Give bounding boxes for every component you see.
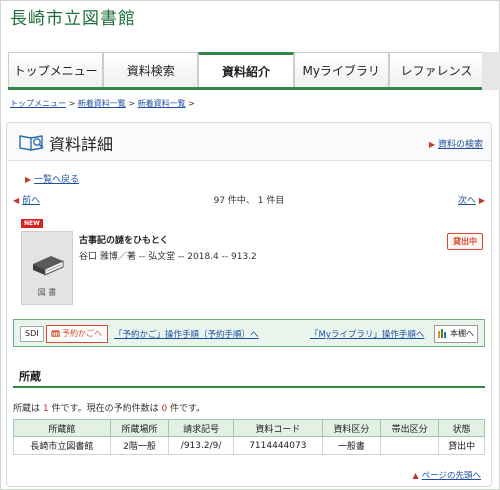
cart-button-label: 予約かごへ [62, 329, 102, 338]
book-icon [33, 256, 64, 276]
column-header: 状態 [438, 419, 485, 437]
breadcrumb-separator: > [188, 99, 195, 108]
material-type-label: 図 書 [37, 288, 57, 297]
prev-label: 前へ [22, 196, 41, 206]
book-title: 古事記の謎をひもとく [79, 236, 169, 246]
tab-reference[interactable]: レファレンス [388, 52, 485, 87]
add-to-cart-button[interactable]: 予約かごへ [46, 325, 108, 343]
summary-text: 所蔵は [13, 404, 43, 414]
tab-search[interactable]: 資料検索 [103, 52, 199, 87]
new-badge: NEW [21, 219, 43, 228]
breadcrumb-item-top[interactable]: トップメニュー [10, 99, 66, 108]
column-header: 資料区分 [321, 419, 382, 437]
back-link-label: 一覧へ戻る [34, 175, 80, 185]
search-link[interactable]: ▶ 資料の検索 [429, 137, 483, 150]
book-meta: 谷口 雅博／著 -- 弘文堂 -- 2018.4 -- 913.2 [79, 252, 257, 262]
bookshelf-icon [438, 329, 446, 338]
sdi-button[interactable]: SDI [20, 326, 44, 342]
panel-header: 資料詳細 ▶ 資料の検索 [7, 123, 491, 161]
arrow-left-icon: ◀ [13, 196, 20, 205]
shelf-button-label: 本棚へ [450, 329, 474, 338]
summary-text: 件です。現在の予約件数は [48, 404, 162, 414]
action-bar: SDI 予約かごへ 「予約かご」操作手順（予約手順）へ 「Myライブラリ」操作手… [13, 319, 485, 347]
breadcrumb-separator: > [128, 99, 136, 108]
table-cell: /913.2/9/ [168, 436, 235, 455]
column-header: 請求記号 [168, 419, 235, 437]
table-cell: 2階一般 [109, 436, 170, 455]
arrow-right-icon: ▶ [428, 140, 435, 149]
page-title: 資料詳細 [49, 135, 114, 154]
table-cell: 7114444073 [233, 436, 323, 455]
prev-link[interactable]: ◀ 前へ [13, 193, 40, 206]
column-header: 所蔵場所 [109, 419, 170, 437]
holdings-title: 所蔵 [19, 370, 41, 383]
result-count: 97 件中、 1 件目 [213, 196, 285, 206]
book-thumbnail[interactable]: 図 書 [21, 231, 73, 305]
column-header: 所蔵館 [13, 419, 111, 437]
page-top-link[interactable]: ▲ ページの先頭へ [413, 469, 482, 481]
cart-guide-link[interactable]: 「予約かご」操作手順（予約手順）へ [114, 328, 259, 340]
status-badge: 貸出中 [447, 233, 483, 250]
summary-text: 件です。 [167, 404, 206, 414]
next-label: 次へ [457, 196, 476, 206]
holdings-summary: 所蔵は 1 件です。現在の予約件数は 0 件です。 [13, 401, 205, 414]
main-nav: トップメニュー 資料検索 資料紹介 Myライブラリ レファレンス [8, 52, 485, 90]
column-header: 帯出区分 [379, 419, 440, 437]
page-top-label: ページの先頭へ [421, 471, 481, 481]
detail-panel: 資料詳細 ▶ 資料の検索 ▶ 一覧へ戻る 97 件中、 1 件目 ◀ 前へ 次へ ▶ N… [6, 122, 492, 487]
table-header-row: 所蔵館 所蔵場所 請求記号 資料コード 資料区分 帯出区分 状態 [13, 419, 485, 437]
column-header: 資料コード [233, 419, 323, 437]
add-to-shelf-button[interactable]: 本棚へ [434, 325, 478, 343]
tab-introduction[interactable]: 資料紹介 [198, 52, 294, 87]
arrow-right-icon: ▶ [478, 196, 485, 205]
tab-my-library[interactable]: Myライブラリ [293, 52, 389, 87]
table-cell [379, 436, 440, 455]
tab-top-menu[interactable]: トップメニュー [8, 52, 104, 87]
table-cell: 一般書 [321, 436, 382, 455]
mylibrary-guide-link[interactable]: 「Myライブラリ」操作手順へ [310, 328, 424, 340]
nav-tail [482, 52, 500, 90]
site-title[interactable]: 長崎市立図書館 [10, 4, 136, 29]
next-link[interactable]: 次へ ▶ [458, 193, 485, 206]
table-cell: 貸出中 [438, 436, 485, 455]
search-link-label: 資料の検索 [437, 140, 483, 150]
back-to-list-link[interactable]: ▶ 一覧へ戻る [25, 172, 79, 185]
holdings-header: 所蔵 [13, 366, 485, 388]
open-book-search-icon [19, 135, 44, 151]
arrow-up-icon: ▲ [412, 471, 419, 480]
breadcrumb-separator: > [68, 99, 76, 108]
breadcrumb-item-new-list-current[interactable]: 新着資料一覧 [138, 99, 186, 108]
breadcrumb: トップメニュー > 新着資料一覧 > 新着資料一覧 > [10, 98, 195, 109]
arrow-right-icon: ▶ [25, 175, 32, 184]
breadcrumb-item-new-list[interactable]: 新着資料一覧 [78, 99, 126, 108]
table-row: 長崎市立図書館 2階一般 /913.2/9/ 7114444073 一般書 貸出… [13, 436, 485, 455]
table-cell: 長崎市立図書館 [13, 436, 111, 455]
cart-icon [51, 330, 60, 337]
holdings-table: 所蔵館 所蔵場所 請求記号 資料コード 資料区分 帯出区分 状態 長崎市立図書館… [13, 419, 485, 455]
